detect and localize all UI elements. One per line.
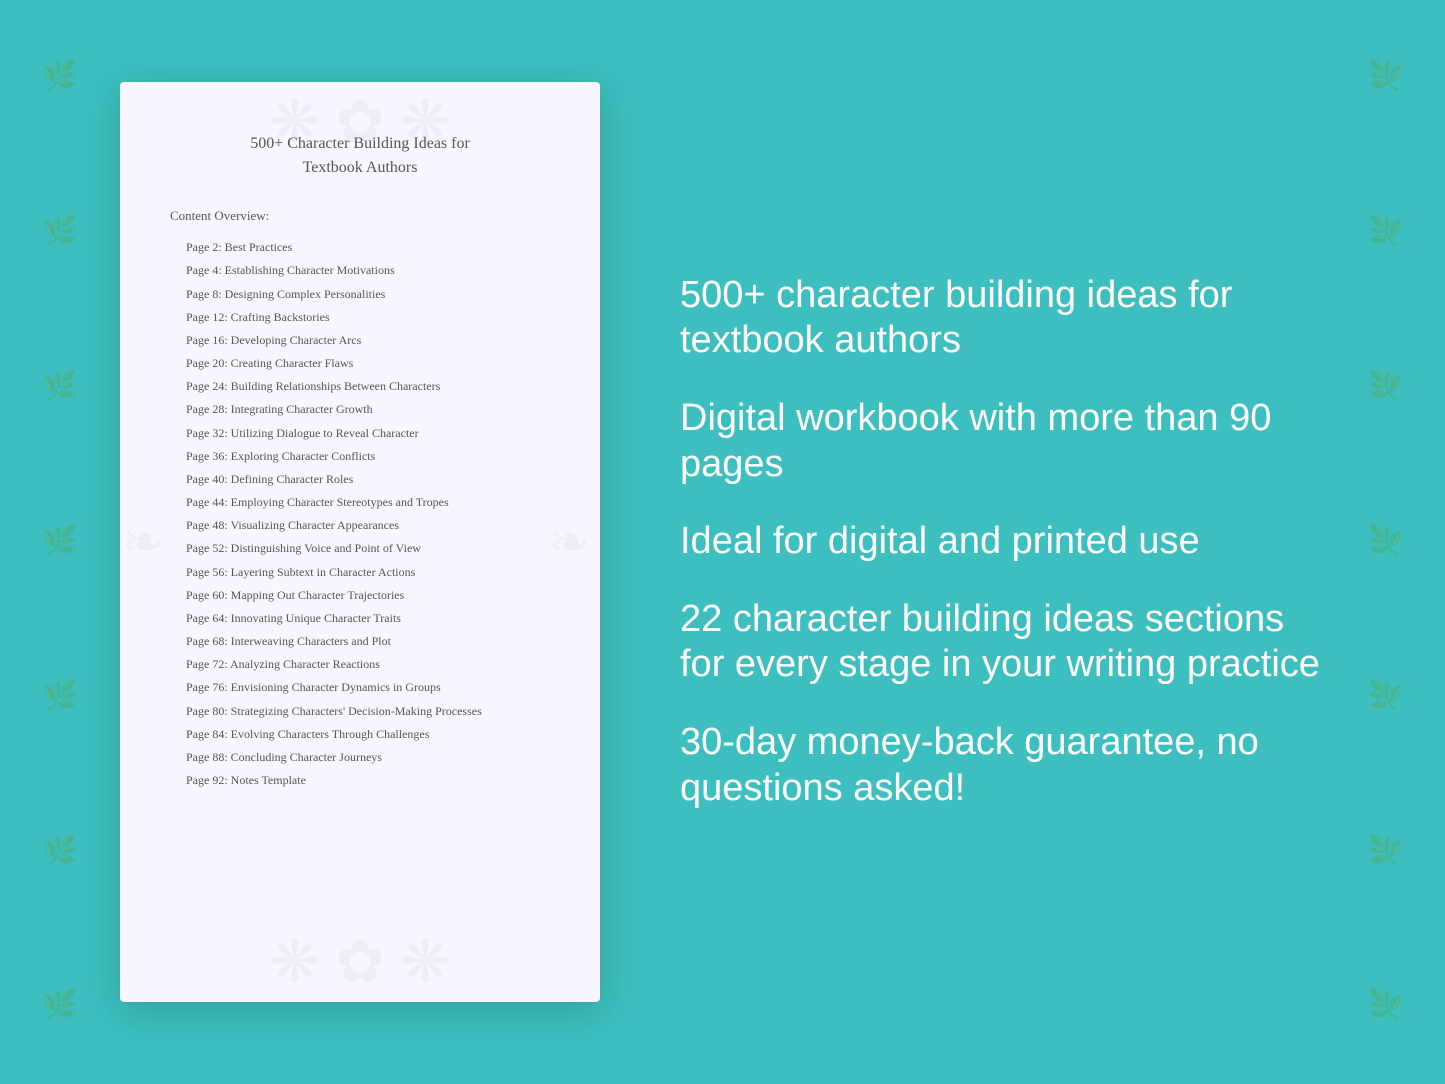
toc-item: Page 64: Innovating Unique Character Tra… <box>170 607 550 630</box>
toc-item: Page 40: Defining Character Roles <box>170 468 550 491</box>
toc-item: Page 52: Distinguishing Voice and Point … <box>170 537 550 560</box>
toc-item: Page 28: Integrating Character Growth <box>170 398 550 421</box>
toc-item: Page 8: Designing Complex Personalities <box>170 282 550 305</box>
toc-item: Page 2: Best Practices <box>170 236 550 259</box>
toc-item: Page 60: Mapping Out Character Trajector… <box>170 584 550 607</box>
toc-item: Page 76: Envisioning Character Dynamics … <box>170 676 550 699</box>
document-panel: ❋ ✿ ❋ ❋ ✿ ❋ ❧ ❧ 500+ Character Building … <box>120 82 600 1002</box>
main-content: ❋ ✿ ❋ ❋ ✿ ❋ ❧ ❧ 500+ Character Building … <box>0 0 1445 1084</box>
toc-item: Page 12: Crafting Backstories <box>170 306 550 329</box>
promo-point: 500+ character building ideas for textbo… <box>680 273 1325 364</box>
content-overview-label: Content Overview: <box>170 208 550 224</box>
toc-item: Page 4: Establishing Character Motivatio… <box>170 259 550 282</box>
promo-point: 30-day money-back guarantee, no question… <box>680 720 1325 811</box>
toc-item: Page 16: Developing Character Arcs <box>170 329 550 352</box>
promo-point: 22 character building ideas sections for… <box>680 597 1325 688</box>
toc-item: Page 80: Strategizing Characters' Decisi… <box>170 699 550 722</box>
toc-item: Page 72: Analyzing Character Reactions <box>170 653 550 676</box>
document-title: 500+ Character Building Ideas for Textbo… <box>170 132 550 180</box>
doc-watermark-bottom: ❋ ✿ ❋ <box>260 932 460 992</box>
toc-item: Page 68: Interweaving Characters and Plo… <box>170 630 550 653</box>
promo-point: Ideal for digital and printed use <box>680 519 1325 565</box>
toc-item: Page 56: Layering Subtext in Character A… <box>170 560 550 583</box>
promo-point: Digital workbook with more than 90 pages <box>680 396 1325 487</box>
toc-item: Page 88: Concluding Character Journeys <box>170 746 550 769</box>
doc-watermark-right: ❧ <box>548 513 598 571</box>
toc-item: Page 36: Exploring Character Conflicts <box>170 445 550 468</box>
toc-item: Page 32: Utilizing Dialogue to Reveal Ch… <box>170 421 550 444</box>
promo-panel: 500+ character building ideas for textbo… <box>660 273 1325 811</box>
toc-item: Page 92: Notes Template <box>170 769 550 792</box>
doc-watermark-left: ❧ <box>122 513 172 571</box>
toc-item: Page 24: Building Relationships Between … <box>170 375 550 398</box>
toc-item: Page 44: Employing Character Stereotypes… <box>170 491 550 514</box>
table-of-contents: Page 2: Best PracticesPage 4: Establishi… <box>170 236 550 792</box>
toc-item: Page 20: Creating Character Flaws <box>170 352 550 375</box>
toc-item: Page 48: Visualizing Character Appearanc… <box>170 514 550 537</box>
toc-item: Page 84: Evolving Characters Through Cha… <box>170 723 550 746</box>
